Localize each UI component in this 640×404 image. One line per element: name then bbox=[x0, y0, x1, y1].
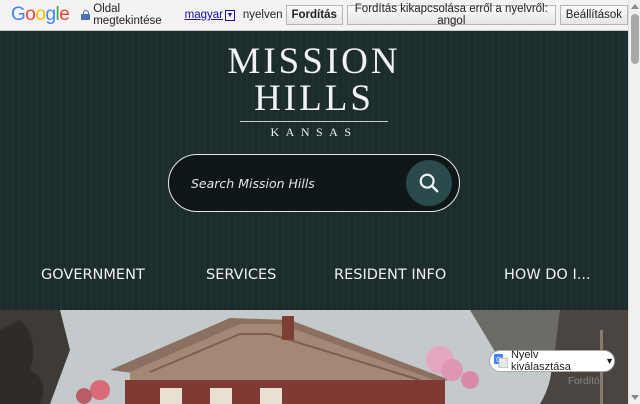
search-button[interactable] bbox=[406, 160, 452, 206]
svg-text:G: G bbox=[496, 356, 501, 364]
logo-line-hills: HILLS bbox=[254, 78, 374, 119]
disable-translation-button[interactable]: Fordítás kikapcsolása erről a nyelvről: … bbox=[346, 3, 556, 27]
nav-item-services[interactable]: SERVICES bbox=[206, 267, 276, 283]
chevron-down-icon: ▼ bbox=[605, 356, 614, 366]
search-box bbox=[168, 154, 460, 212]
translate-label: Fordító bbox=[568, 376, 600, 387]
search-icon bbox=[419, 173, 439, 193]
search-input[interactable] bbox=[191, 173, 411, 193]
site-header: MISSION HILLS KANSAS GOVERNMENT SERVICES… bbox=[0, 31, 628, 310]
nav-item-resident-info[interactable]: RESIDENT INFO bbox=[334, 267, 446, 283]
scrollbar[interactable] bbox=[628, 0, 640, 404]
scroll-up-arrow-icon[interactable] bbox=[631, 4, 639, 9]
language-suffix-text: nyelven bbox=[242, 9, 283, 21]
language-dropdown-icon[interactable]: ▼ bbox=[224, 9, 235, 21]
nav-item-government[interactable]: GOVERNMENT bbox=[41, 267, 145, 283]
scrollbar-thumb[interactable] bbox=[631, 14, 639, 64]
settings-button[interactable]: Beállítások bbox=[559, 5, 628, 25]
nav-item-how-do-i[interactable]: HOW DO I... bbox=[504, 267, 591, 283]
logo-line-mission: MISSION bbox=[227, 41, 401, 82]
site-logo[interactable]: MISSION HILLS KANSAS bbox=[0, 41, 628, 140]
translate-button[interactable]: Fordítás bbox=[285, 5, 343, 25]
main-nav: GOVERNMENT SERVICES RESIDENT INFO HOW DO… bbox=[0, 267, 628, 291]
lock-icon bbox=[81, 10, 91, 20]
powered-by-translate: Fordító bbox=[534, 376, 600, 387]
language-select[interactable]: G Nyelv kiválasztása ▼ bbox=[489, 349, 615, 373]
google-translate-bar: Google Oldal megtekintése magyar ▼ nyelv… bbox=[0, 0, 628, 31]
language-select-label: Nyelv kiválasztása bbox=[510, 349, 571, 373]
logo-subtitle: KANSAS bbox=[270, 125, 358, 139]
language-link[interactable]: magyar bbox=[185, 9, 223, 21]
scroll-down-arrow-icon[interactable] bbox=[631, 395, 639, 400]
google-logo: Google bbox=[11, 4, 70, 25]
view-page-text: Oldal megtekintése bbox=[93, 3, 162, 27]
google-translate-icon: G bbox=[494, 354, 508, 368]
logo-divider bbox=[240, 121, 388, 122]
